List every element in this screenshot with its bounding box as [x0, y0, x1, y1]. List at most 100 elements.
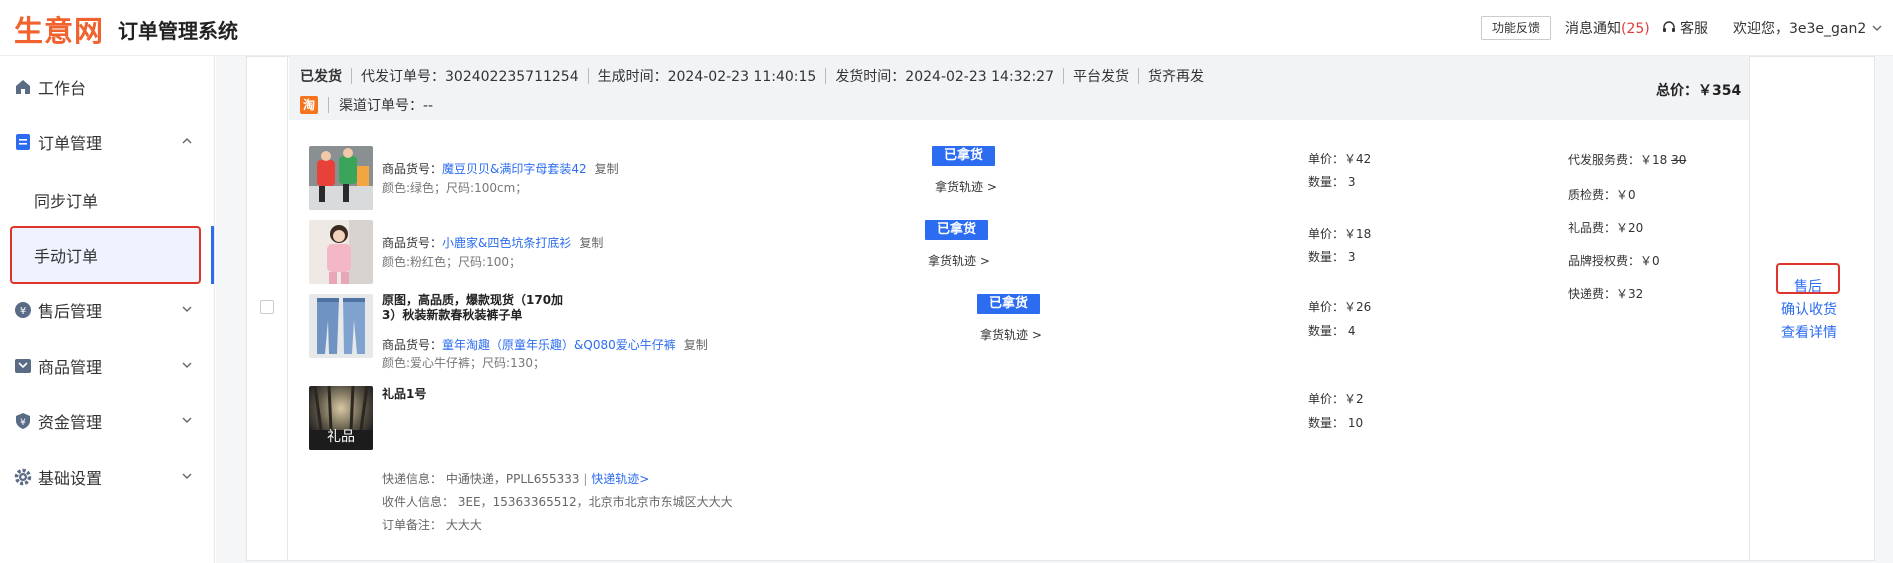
product-image[interactable] [309, 294, 373, 358]
notification-label: 消息通知 [1565, 21, 1621, 37]
express-fee: 快递费：￥32 [1568, 287, 1644, 301]
service-label: 客服 [1680, 21, 1708, 37]
unit-price: 单价：￥18 [1308, 227, 1372, 241]
agent-order-number: 代发订单号：302402235711254 [361, 69, 579, 85]
item-title: 礼品1号 [382, 387, 427, 401]
gear-icon [14, 468, 32, 486]
sidebar-item-workbench[interactable]: 工作台 [0, 67, 215, 107]
sidebar-item-funds[interactable]: ¥ 资金管理 [0, 401, 215, 441]
customer-service-link[interactable]: 客服 [1662, 18, 1708, 38]
order-checkbox[interactable] [260, 300, 274, 314]
svg-text:¥: ¥ [20, 418, 26, 428]
order-total: 总价：￥354 [1656, 83, 1742, 99]
sidebar-item-label: 同步订单 [34, 192, 99, 211]
resend-mode: 货齐再发 [1148, 69, 1205, 85]
order-icon [14, 133, 32, 151]
unit-price: 单价：￥2 [1308, 392, 1364, 406]
sidebar-item-sync-orders[interactable]: 同步订单 [0, 180, 215, 220]
shipped-time: 发货时间：2024-02-23 14:32:27 [835, 69, 1055, 85]
sidebar-item-label: 工作台 [38, 79, 87, 98]
unit-price: 单价：￥26 [1308, 300, 1372, 314]
feedback-button[interactable]: 功能反馈 [1481, 16, 1551, 40]
sku-label: 商品货号： [382, 162, 443, 176]
gift-thumb-label: 礼品 [327, 429, 355, 445]
sku-row: 商品货号：魔豆贝贝&满印字母套装42 复制 [382, 160, 619, 177]
brand-fee: 品牌授权费：￥0 [1568, 254, 1660, 268]
channel-order-number: 渠道订单号：-- [339, 98, 434, 114]
quantity: 数量： 3 [1308, 175, 1356, 189]
confirm-receipt-button[interactable]: 确认收货 [1781, 299, 1837, 319]
pickup-trace-link[interactable]: 拿货轨迹 > [935, 178, 997, 195]
aftersale-button[interactable]: 售后 [1794, 276, 1822, 296]
express-label: 快递信息： [382, 472, 443, 486]
sidebar-item-goods[interactable]: 商品管理 [0, 346, 215, 386]
sku-link[interactable]: 魔豆贝贝&满印字母套装42 [442, 162, 587, 176]
express-value: 中通快递，PPLL655333 [445, 472, 580, 486]
sku-link[interactable]: 童年淘趣（原童年乐趣）&Q080爱心牛仔裤 [442, 338, 676, 352]
sidebar-item-order-management[interactable]: 订单管理 [0, 122, 215, 162]
notification-count: (25) [1621, 21, 1650, 37]
agent-service-fee-old: 30 [1671, 153, 1687, 167]
product-image[interactable] [309, 220, 373, 284]
logo[interactable]: 生意网 [14, 8, 104, 50]
sidebar-item-settings[interactable]: 基础设置 [0, 457, 215, 497]
order-meta-line: 已发货 代发订单号：302402235711254 生成时间：2024-02-2… [300, 66, 1204, 86]
fund-icon: ¥ [14, 412, 32, 430]
pickup-trace-link[interactable]: 拿货轨迹 > [928, 252, 990, 269]
sidebar-item-label: 订单管理 [38, 134, 103, 153]
notification-link[interactable]: 消息通知(25) [1565, 18, 1650, 38]
item-spec: 颜色:绿色；尺码:100cm； [382, 181, 528, 195]
receiver-info: 收件人信息： 3EE，15363365512，北京市北京市东城区大大大 [382, 493, 733, 510]
sku-row: 商品货号：童年淘趣（原童年乐趣）&Q080爱心牛仔裤 复制 [382, 336, 708, 353]
goods-icon [14, 357, 32, 375]
chevron-down-icon [182, 415, 192, 428]
sku-row: 商品货号：小鹿家&四色坑条打底衫 复制 [382, 234, 603, 251]
created-time: 生成时间：2024-02-23 11:40:15 [597, 69, 817, 85]
copy-button[interactable]: 复制 [684, 338, 708, 352]
sku-link[interactable]: 小鹿家&四色坑条打底衫 [442, 236, 571, 250]
sidebar-item-label: 资金管理 [38, 413, 103, 432]
copy-button[interactable]: 复制 [579, 236, 603, 250]
chevron-down-icon [182, 304, 192, 317]
sku-label: 商品货号： [382, 338, 443, 352]
system-title: 订单管理系统 [118, 19, 238, 43]
receiver-value: 3EE，15363365512，北京市北京市东城区大大大 [457, 495, 733, 509]
order-status: 已发货 [300, 69, 342, 85]
user-menu[interactable]: 欢迎您，3e3e_gan2 [1733, 18, 1882, 38]
taobao-icon: 淘 [300, 96, 318, 114]
view-detail-button[interactable]: 查看详情 [1781, 322, 1837, 342]
picked-status-badge: 已拿货 [977, 294, 1041, 314]
item-spec: 颜色:粉红色；尺码:100； [382, 255, 521, 269]
sidebar-item-label: 售后管理 [38, 302, 103, 321]
express-info: 快递信息： 中通快递，PPLL655333 | 快递轨迹> [382, 472, 650, 486]
product-image[interactable] [309, 146, 373, 210]
gift-image[interactable]: 礼品 [309, 386, 373, 450]
unit-price: 单价：￥42 [1308, 152, 1372, 166]
agent-service-fee-value: 代发服务费：￥18 [1568, 153, 1668, 167]
pickup-trace-link[interactable]: 拿货轨迹 > [980, 326, 1042, 343]
headset-icon [1663, 21, 1675, 32]
gift-fee: 礼品费：￥20 [1568, 221, 1644, 235]
sidebar-item-manual-orders[interactable]: 手动订单 [0, 235, 215, 275]
agent-service-fee: 代发服务费：￥18 30 [1568, 151, 1686, 168]
note-label: 订单备注： [382, 518, 443, 532]
sidebar-item-label: 商品管理 [38, 358, 103, 377]
item-spec: 颜色:爱心牛仔裤；尺码:130； [382, 356, 545, 370]
chevron-down-icon [182, 360, 192, 373]
welcome-text: 欢迎您，3e3e_gan2 [1733, 21, 1867, 37]
chevron-down-icon [182, 471, 192, 484]
quantity: 数量： 4 [1308, 324, 1356, 338]
chevron-down-icon [1872, 25, 1882, 31]
sidebar-item-aftersale[interactable]: ¥ 售后管理 [0, 290, 215, 330]
svg-text:¥: ¥ [20, 306, 26, 317]
picked-status-badge: 已拿货 [925, 220, 989, 240]
copy-button[interactable]: 复制 [595, 162, 619, 176]
quantity: 数量： 3 [1308, 250, 1356, 264]
express-trace-link[interactable]: 快递轨迹> [591, 472, 649, 486]
channel-line: 淘 渠道订单号：-- [300, 95, 433, 115]
sku-label: 商品货号： [382, 236, 443, 250]
aftersale-icon: ¥ [14, 301, 32, 319]
order-note: 订单备注： 大大大 [382, 516, 482, 533]
item-title: 原图，高品质，爆款现货（170加3）秋装新款春秋装裤子单 [382, 293, 564, 322]
sidebar-item-label: 手动订单 [34, 247, 99, 266]
